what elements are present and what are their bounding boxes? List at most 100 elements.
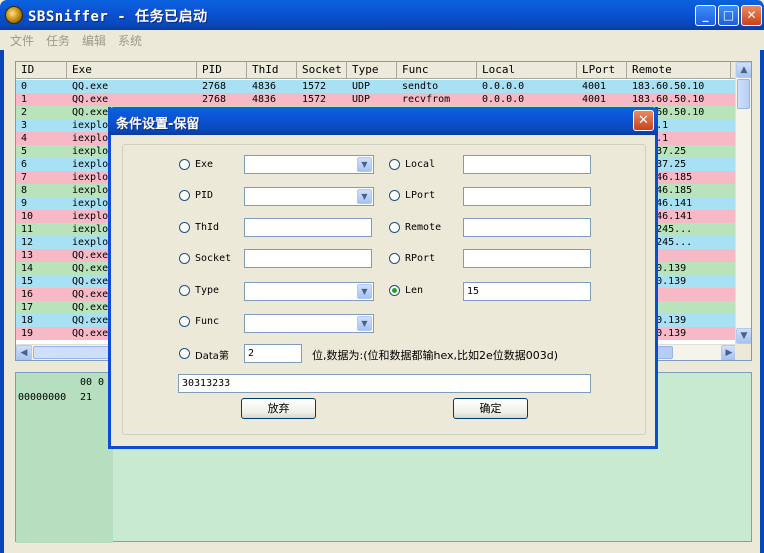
- scroll-down-icon[interactable]: ▼: [736, 328, 751, 344]
- maximize-button[interactable]: □: [718, 5, 739, 26]
- col-header-exe[interactable]: Exe: [67, 62, 197, 79]
- data-position-input[interactable]: 2: [244, 344, 302, 363]
- col-header-thid[interactable]: ThId: [247, 62, 297, 79]
- cell-id: 15: [21, 276, 34, 287]
- rport-input[interactable]: [463, 249, 591, 268]
- cell-id: 13: [21, 250, 34, 261]
- scroll-up-icon[interactable]: ▲: [736, 62, 751, 78]
- cell-exe: QQ.exe: [72, 94, 109, 105]
- app-icon: [5, 6, 23, 24]
- hex-header: 00 0: [80, 377, 105, 388]
- func-combo[interactable]: ▼: [244, 314, 374, 333]
- len-input[interactable]: 15: [463, 282, 591, 301]
- remote-input[interactable]: [463, 218, 591, 237]
- radio-remote[interactable]: [389, 222, 400, 233]
- cell-id: 4: [21, 133, 28, 144]
- data-hint: 位,数据为:(位和数据都输hex,比如2e位数据003d): [312, 349, 559, 362]
- cell-lport: 4001: [582, 81, 607, 92]
- ok-button[interactable]: 确定: [453, 398, 528, 419]
- radio-rport[interactable]: [389, 253, 400, 264]
- list-header: ID Exe PID ThId Socket Type Func Local L…: [16, 62, 751, 79]
- cell-id: 6: [21, 159, 28, 170]
- scroll-left-icon[interactable]: ◀: [16, 345, 32, 360]
- menu-task[interactable]: 任务: [46, 32, 70, 49]
- cell-id: 2: [21, 107, 28, 118]
- cell-local: 0.0.0.0: [482, 81, 525, 92]
- table-row[interactable]: 1 QQ.exe 2768 4836 1572 UDP recvfrom 0.0.0.0 400…: [16, 93, 742, 106]
- menu-bar: 文件 任务 编辑 系统: [0, 30, 764, 50]
- chevron-down-icon[interactable]: ▼: [357, 189, 372, 204]
- lport-input[interactable]: [463, 187, 591, 206]
- cell-id: 3: [21, 120, 28, 131]
- vertical-scrollbar[interactable]: ▲ ▼: [735, 62, 751, 344]
- label-socket: Socket: [195, 253, 232, 264]
- title-bar: SBSniffer - 任务已启动 _ □ ✕: [0, 0, 764, 30]
- local-input[interactable]: [463, 155, 591, 174]
- window-title: SBSniffer - 任务已启动: [28, 9, 208, 25]
- radio-type[interactable]: [179, 285, 190, 296]
- label-remote: Remote: [405, 222, 442, 233]
- label-thid: ThId: [195, 222, 220, 233]
- window-frame-right: [760, 30, 764, 553]
- label-rport: RPort: [405, 253, 436, 264]
- vertical-scroll-thumb[interactable]: [737, 79, 750, 109]
- cancel-button[interactable]: 放弃: [241, 398, 316, 419]
- chevron-down-icon[interactable]: ▼: [357, 284, 372, 299]
- label-func: Func: [195, 316, 220, 327]
- radio-pid[interactable]: [179, 190, 190, 201]
- thid-input[interactable]: [244, 218, 372, 237]
- radio-func[interactable]: [179, 316, 190, 327]
- radio-exe[interactable]: [179, 159, 190, 170]
- cell-id: 1: [21, 94, 28, 105]
- exe-combo[interactable]: ▼: [244, 155, 374, 174]
- radio-socket[interactable]: [179, 253, 190, 264]
- radio-data[interactable]: [179, 348, 190, 359]
- cell-id: 14: [21, 263, 34, 274]
- label-pid: PID: [195, 190, 214, 201]
- radio-thid[interactable]: [179, 222, 190, 233]
- col-header-remote[interactable]: Remote: [627, 62, 731, 79]
- cell-pid: 2768: [202, 94, 227, 105]
- col-header-lport[interactable]: LPort: [577, 62, 627, 79]
- cell-id: 16: [21, 289, 34, 300]
- radio-lport[interactable]: [389, 190, 400, 201]
- chevron-down-icon[interactable]: ▼: [357, 157, 372, 172]
- label-len: Len: [405, 285, 424, 296]
- radio-local[interactable]: [389, 159, 400, 170]
- cell-thid: 4836: [252, 94, 277, 105]
- socket-input[interactable]: [244, 249, 372, 268]
- dialog-close-icon[interactable]: ✕: [633, 110, 654, 131]
- cell-pid: 2768: [202, 81, 227, 92]
- filter-dialog: 条件设置-保留 ✕ Exe ▼ PID ▼ ThId Socket Type ▼…: [108, 107, 658, 449]
- cell-lport: 4001: [582, 94, 607, 105]
- col-header-local[interactable]: Local: [477, 62, 577, 79]
- dialog-title-bar: 条件设置-保留 ✕: [108, 107, 658, 135]
- cell-id: 18: [21, 315, 34, 326]
- menu-edit[interactable]: 编辑: [82, 32, 106, 49]
- radio-len[interactable]: [389, 285, 400, 296]
- menu-system[interactable]: 系统: [118, 32, 142, 49]
- chevron-down-icon[interactable]: ▼: [357, 316, 372, 331]
- cell-remote: 183.60.50.10: [632, 94, 705, 105]
- col-header-pid[interactable]: PID: [197, 62, 247, 79]
- close-button[interactable]: ✕: [741, 5, 762, 26]
- label-local: Local: [405, 159, 436, 170]
- col-header-socket[interactable]: Socket: [297, 62, 347, 79]
- cell-id: 19: [21, 328, 34, 339]
- pid-combo[interactable]: ▼: [244, 187, 374, 206]
- cell-socket: 1572: [302, 94, 327, 105]
- col-header-func[interactable]: Func: [397, 62, 477, 79]
- type-combo[interactable]: ▼: [244, 282, 374, 301]
- table-row[interactable]: 0 QQ.exe 2768 4836 1572 UDP sendto 0.0.0.0 4001 1…: [16, 80, 742, 93]
- cell-id: 10: [21, 211, 34, 222]
- cell-type: UDP: [352, 81, 371, 92]
- hex-byte: 21: [80, 392, 93, 403]
- col-header-id[interactable]: ID: [16, 62, 67, 79]
- dialog-title: 条件设置-保留: [116, 117, 200, 132]
- minimize-button[interactable]: _: [695, 5, 716, 26]
- menu-file[interactable]: 文件: [10, 32, 34, 49]
- cell-id: 9: [21, 198, 28, 209]
- data-hex-input[interactable]: 30313233: [178, 374, 591, 393]
- label-data: Data第: [195, 351, 229, 362]
- col-header-type[interactable]: Type: [347, 62, 397, 79]
